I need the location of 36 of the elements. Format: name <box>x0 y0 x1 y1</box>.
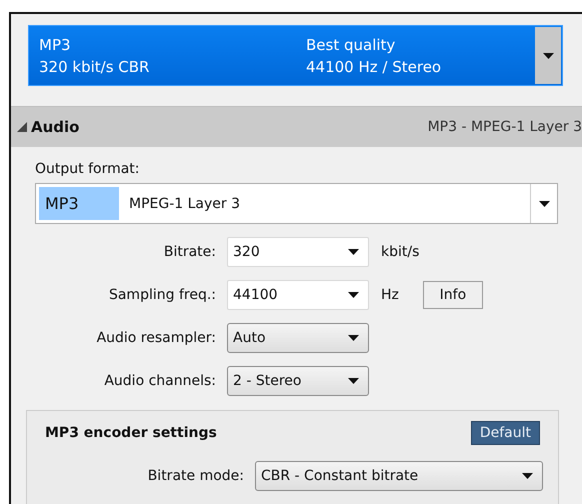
format-name: MPEG-1 Layer 3 <box>128 194 242 214</box>
field-label: Audio resampler: <box>96 330 217 346</box>
combo-field[interactable]: 44100 <box>227 280 369 310</box>
caret-icon <box>538 200 550 206</box>
field-label: Bitrate mode: <box>146 468 245 484</box>
output-format-label: Output format: <box>35 161 141 177</box>
section-header[interactable]: Audio MP3 - MPEG-1 Layer 3 <box>11 106 582 147</box>
info-button[interactable]: Info <box>422 281 483 309</box>
panel-title: MP3 encoder settings <box>45 425 217 441</box>
field-label: Bitrate: <box>162 244 217 260</box>
preset-selector[interactable]: MP3 320 kbit/s CBR Best quality 44100 Hz / Stereo <box>28 25 563 86</box>
caret-icon <box>348 335 359 341</box>
preset-dropdown-button[interactable] <box>535 27 561 84</box>
caret-icon <box>348 378 359 384</box>
combo-field[interactable]: 320 <box>227 237 369 267</box>
dropdown[interactable]: 2 - Stereo <box>227 366 369 396</box>
preset-format: MP3 <box>39 34 72 56</box>
field-label: Audio channels: <box>103 373 217 389</box>
expand-triangle-icon[interactable] <box>17 122 27 132</box>
default-button[interactable]: Default <box>470 421 540 445</box>
format-code: MP3 <box>39 187 119 220</box>
output-format-dropdown[interactable]: MP3 MPEG-1 Layer 3 <box>35 183 558 224</box>
preset-quality: Best quality <box>306 34 396 56</box>
dropdown[interactable]: Auto <box>227 323 369 353</box>
caret-icon <box>348 249 359 255</box>
unit-label: kbit/s <box>381 244 420 260</box>
preset-bitrate: 320 kbit/s CBR <box>39 56 150 78</box>
unit-label: Hz <box>381 287 399 303</box>
caret-icon <box>542 52 554 58</box>
preset-details: 44100 Hz / Stereo <box>306 56 442 78</box>
caret-icon <box>348 292 359 298</box>
section-summary: MP3 - MPEG-1 Layer 3 <box>428 119 582 135</box>
section-title: Audio <box>31 118 80 136</box>
field-label: Sampling freq.: <box>108 287 217 303</box>
dropdown[interactable]: CBR - Constant bitrate <box>255 461 543 491</box>
caret-icon <box>522 473 533 479</box>
